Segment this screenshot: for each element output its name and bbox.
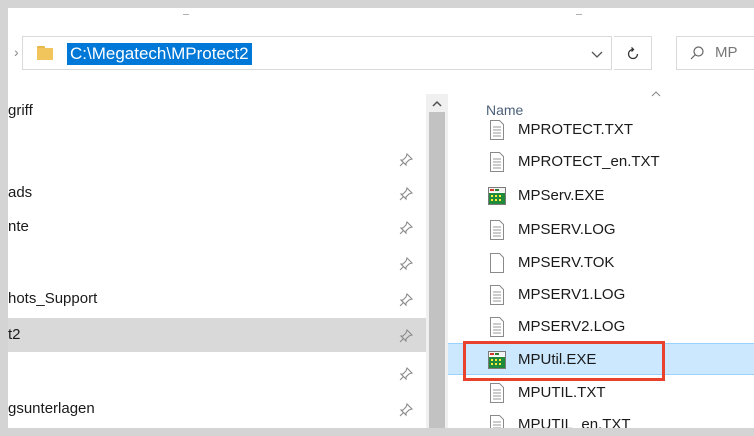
pin-icon[interactable] — [398, 366, 414, 382]
pin-icon[interactable] — [398, 256, 414, 272]
search-placeholder: MP — [715, 44, 738, 61]
file-name: MPROTECT.TXT — [518, 121, 633, 138]
pin-icon[interactable] — [398, 402, 414, 418]
text-file-icon — [488, 120, 506, 140]
nav-item-label: ads — [8, 184, 33, 201]
nav-item-documents[interactable]: nte — [8, 210, 426, 244]
file-row[interactable]: MPSERV1.LOG — [448, 279, 754, 311]
file-row[interactable]: MPROTECT.TXT — [448, 114, 754, 146]
navigation-pane: griff ads nte hots_Support t2 gsunterlag… — [8, 94, 426, 428]
text-file-icon — [488, 152, 506, 172]
file-row[interactable]: MPUtil.EXE — [448, 343, 754, 375]
scrollbar-thumb[interactable] — [429, 112, 445, 428]
address-row: › C:\Megatech\MProtect2 MP — [8, 22, 754, 82]
scroll-up-arrow-icon[interactable] — [430, 98, 444, 110]
nav-item-label: gsunterlagen — [8, 400, 95, 417]
chevron-down-icon[interactable] — [589, 46, 605, 62]
file-name: MPUtil.EXE — [518, 351, 597, 368]
file-name: MPROTECT_en.TXT — [518, 153, 660, 170]
recent-locations-chevron-icon[interactable]: › — [14, 44, 19, 60]
file-name: MPSERV1.LOG — [518, 286, 626, 303]
file-row[interactable]: MPSERV2.LOG — [448, 311, 754, 343]
nav-item-quick-access[interactable]: griff — [8, 94, 426, 128]
text-file-icon — [488, 317, 506, 337]
file-name: MPUTIL.TXT — [518, 384, 606, 401]
nav-item-mprotect2[interactable]: t2 — [8, 318, 426, 352]
pin-icon[interactable] — [398, 152, 414, 168]
file-list-pane: Name MPROTECT.TXT MPROTECT_en.TXT MPServ.E… — [448, 91, 754, 433]
nav-item-label: griff — [8, 102, 33, 119]
text-file-icon — [488, 285, 506, 305]
exe-app-icon — [488, 350, 506, 370]
toolbar-divider — [183, 14, 189, 15]
file-row[interactable]: MPROTECT_en.TXT — [448, 146, 754, 178]
refresh-button[interactable] — [614, 36, 652, 70]
blank-file-icon — [488, 253, 506, 273]
address-path[interactable]: C:\Megatech\MProtect2 — [67, 43, 252, 65]
file-explorer-window: › C:\Megatech\MProtect2 MP griff ads nte… — [0, 0, 754, 436]
text-file-icon — [488, 220, 506, 240]
nav-item-schulungsunterlagen[interactable]: gsunterlagen — [8, 392, 426, 426]
address-bar[interactable]: C:\Megatech\MProtect2 — [22, 36, 612, 70]
top-toolbar-edge — [8, 8, 754, 23]
pin-icon[interactable] — [398, 328, 414, 344]
search-icon — [690, 46, 704, 60]
pin-icon[interactable] — [398, 186, 414, 202]
nav-item-label: hots_Support — [8, 290, 98, 307]
file-name: MPSERV.LOG — [518, 221, 616, 238]
nav-item-label: t2 — [8, 326, 21, 343]
file-row[interactable]: MPUTIL.TXT — [448, 377, 754, 409]
refresh-icon — [627, 47, 639, 60]
file-name: MPServ.EXE — [518, 187, 605, 204]
nav-item[interactable] — [8, 142, 426, 176]
file-name: MPSERV2.LOG — [518, 318, 626, 335]
file-name: MPSERV.TOK — [518, 254, 615, 271]
file-row[interactable]: MPUTIL_en.TXT — [448, 409, 754, 433]
text-file-icon — [488, 383, 506, 403]
nav-item[interactable] — [8, 246, 426, 280]
nav-item-downloads[interactable]: ads — [8, 176, 426, 210]
file-name: MPUTIL_en.TXT — [518, 416, 631, 433]
nav-item-label: nte — [8, 218, 29, 235]
pin-icon[interactable] — [398, 292, 414, 308]
sort-ascending-icon — [651, 91, 661, 97]
pin-icon[interactable] — [398, 220, 414, 236]
file-row[interactable]: MPServ.EXE — [448, 180, 754, 212]
search-input[interactable]: MP — [676, 36, 754, 70]
toolbar-divider — [576, 14, 582, 15]
text-file-icon — [488, 415, 506, 428]
exe-app-icon — [488, 186, 506, 206]
file-row[interactable]: MPSERV.LOG — [448, 214, 754, 246]
nav-item[interactable] — [8, 356, 426, 390]
folder-icon — [37, 46, 53, 60]
file-row[interactable]: MPSERV.TOK — [448, 247, 754, 279]
nav-scrollbar[interactable] — [426, 94, 448, 428]
nav-item-screenshots-support[interactable]: hots_Support — [8, 282, 426, 316]
